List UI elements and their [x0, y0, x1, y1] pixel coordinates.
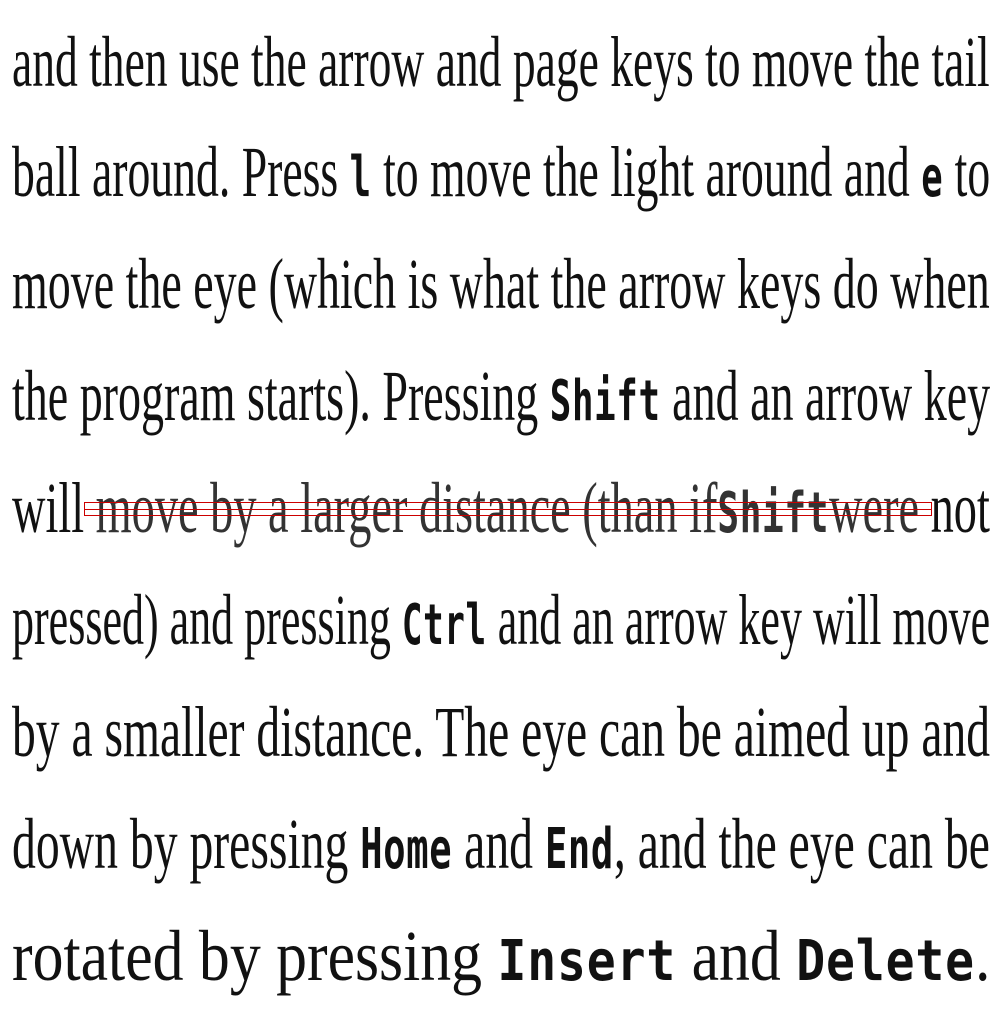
key-name: Shift — [549, 369, 661, 434]
key-name: Ctrl — [401, 593, 487, 658]
text-segment: down by pressing — [12, 804, 361, 884]
text-line-8: down by pressing Home and End, and the e… — [12, 788, 990, 900]
text-line-2: ball around. Press l to move the light a… — [12, 116, 990, 228]
text-segment: pressed) and pressing — [12, 580, 402, 660]
text-line-3: move the eye (which is what the arrow ke… — [12, 228, 990, 340]
key-name: Home — [360, 817, 453, 882]
text-segment: the program starts). Pressing — [12, 356, 550, 436]
key-name: Delete — [796, 929, 975, 994]
text-line-7: by a smaller distance. The eye can be ai… — [12, 676, 990, 788]
text-segment: to — [943, 132, 991, 212]
text-segment: move the eye (which is what the arrow ke… — [12, 244, 990, 324]
text-segment: and an arrow key will move — [486, 580, 991, 660]
text-segment: rotated by pressing — [12, 916, 498, 996]
text-segment: . — [974, 916, 991, 996]
strikethrough-annotation-line — [84, 509, 932, 510]
text-segment: , and the eye can be — [613, 804, 990, 884]
text-segment: by a smaller distance. The eye can be ai… — [12, 692, 991, 772]
key-name: End — [544, 817, 614, 882]
text-line-9: rotated by pressing Insert and Delete. — [12, 900, 990, 1012]
key-name: l — [349, 145, 372, 210]
text-segment: and an arrow key — [660, 356, 991, 436]
text-line-1: and then use the arrow and page keys to … — [12, 6, 990, 118]
text-segment: and — [676, 916, 797, 996]
text-segment: ball around. Press — [12, 132, 350, 212]
text-line-6: pressed) and pressing Ctrl and an arrow … — [12, 564, 990, 676]
text-line-4: the program starts). Pressing Shift and … — [12, 340, 990, 452]
document-page: and then use the arrow and page keys to … — [0, 0, 1000, 1000]
text-segment: to move the light around and — [371, 132, 922, 212]
text-segment: and — [452, 804, 545, 884]
text-segment: and then use the arrow and page keys to … — [12, 22, 990, 102]
key-name: Insert — [497, 929, 677, 994]
key-name: e — [921, 145, 944, 210]
